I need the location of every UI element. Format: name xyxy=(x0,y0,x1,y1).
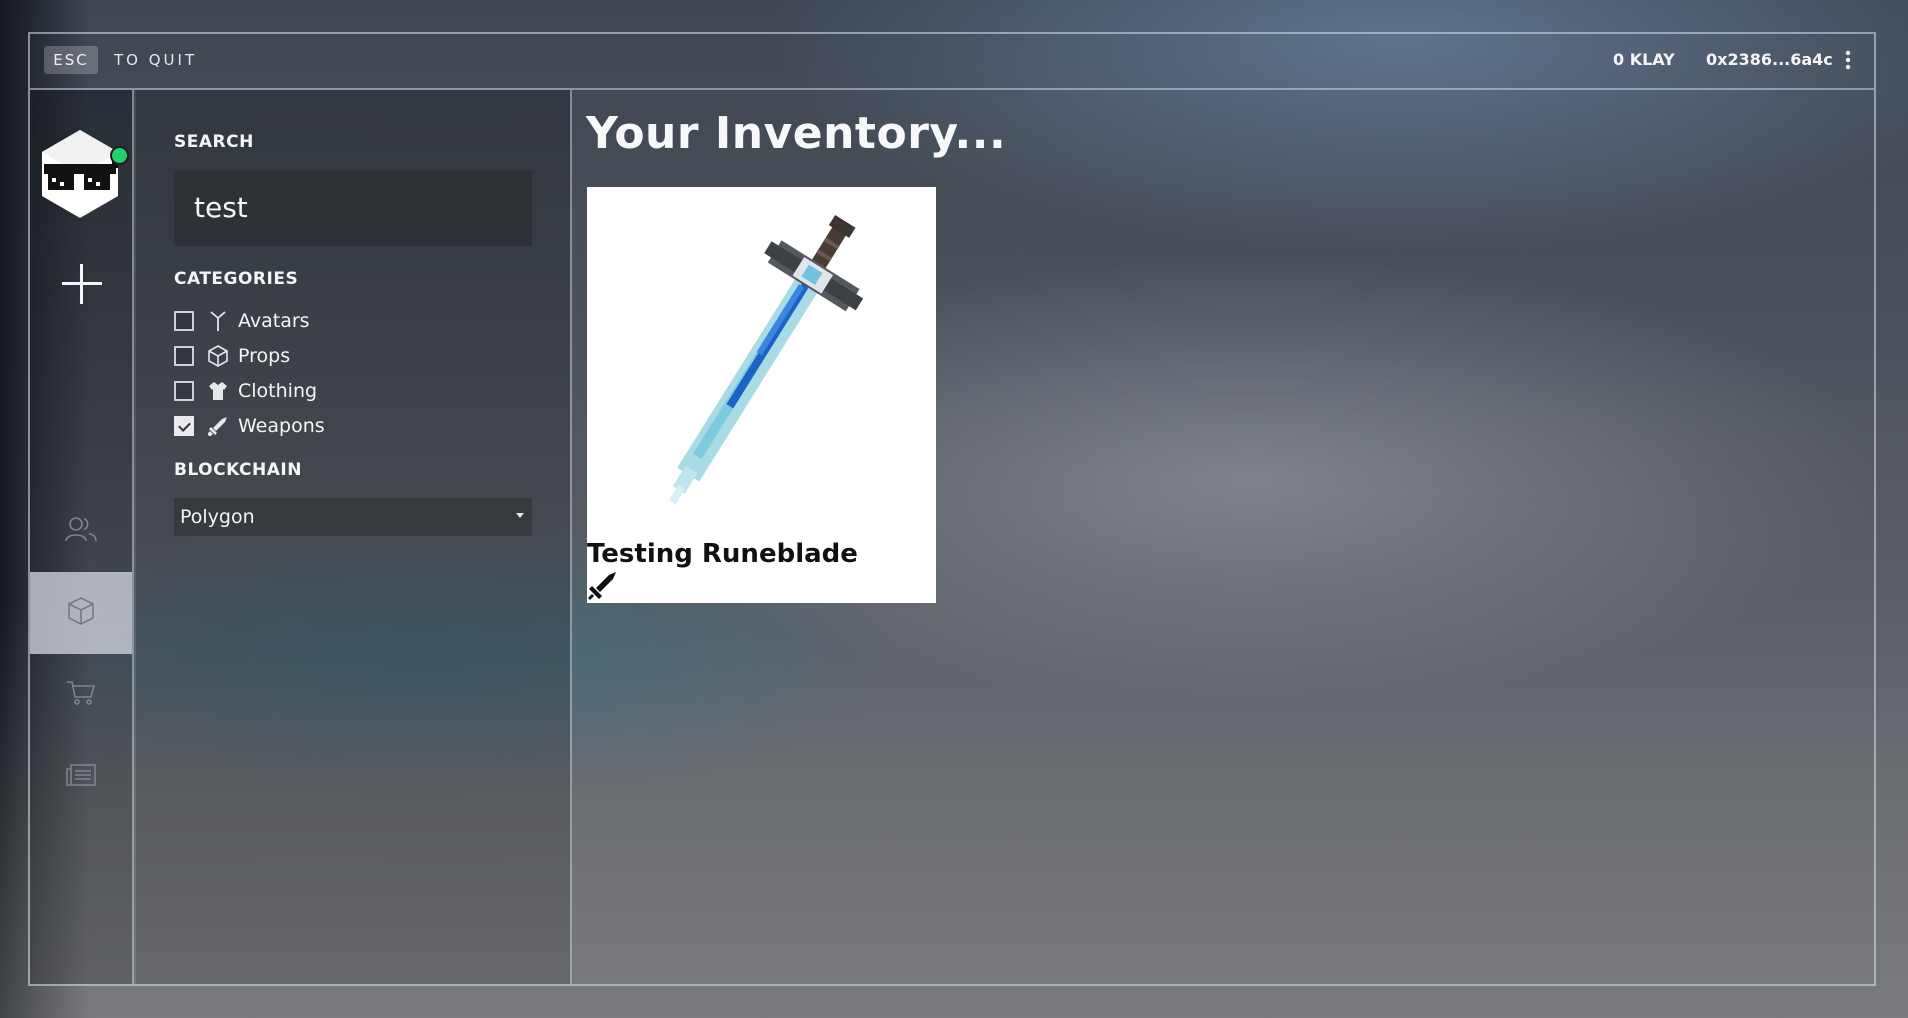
item-name: Testing Runeblade xyxy=(587,539,858,569)
search-title: SEARCH xyxy=(174,132,254,152)
category-label: Weapons xyxy=(238,415,325,437)
blockchain-select[interactable]: Polygon xyxy=(174,498,532,536)
avatar-figure-icon xyxy=(206,309,230,333)
runeblade-image xyxy=(587,187,936,537)
online-status-dot xyxy=(110,146,129,165)
add-plus-icon[interactable] xyxy=(54,256,110,312)
weapons-checkbox[interactable] xyxy=(174,416,194,436)
category-weapons[interactable]: Weapons xyxy=(174,412,325,440)
sword-icon xyxy=(587,571,617,601)
nav-news[interactable] xyxy=(30,736,132,818)
category-avatars[interactable]: Avatars xyxy=(174,307,310,335)
friends-icon xyxy=(64,515,98,547)
props-checkbox[interactable] xyxy=(174,346,194,366)
nav-inventory[interactable] xyxy=(30,572,132,654)
category-label: Props xyxy=(238,345,291,367)
inventory-item-card[interactable]: Testing Runeblade xyxy=(587,187,936,603)
category-label: Clothing xyxy=(238,380,318,402)
filter-panel: SEARCH CATEGORIES Avatars Props Clothing xyxy=(136,90,572,984)
shirt-icon xyxy=(206,379,230,403)
inventory-box-icon xyxy=(67,596,95,630)
news-icon xyxy=(66,763,96,791)
cube-icon xyxy=(206,344,230,368)
categories-title: CATEGORIES xyxy=(174,269,299,289)
category-label: Avatars xyxy=(238,310,310,332)
user-avatar[interactable] xyxy=(38,128,122,220)
blockchain-selected-value: Polygon xyxy=(180,506,255,528)
quit-hint-text: TO QUIT xyxy=(114,51,198,69)
more-vertical-icon[interactable] xyxy=(1838,46,1858,74)
search-input[interactable] xyxy=(174,170,532,246)
blockchain-title: BLOCKCHAIN xyxy=(174,460,302,480)
category-clothing[interactable]: Clothing xyxy=(174,377,317,405)
cart-icon xyxy=(66,680,96,710)
clothing-checkbox[interactable] xyxy=(174,381,194,401)
wallet-address[interactable]: 0x2386...6a4c xyxy=(1706,48,1833,72)
avatars-checkbox[interactable] xyxy=(174,311,194,331)
nav-friends[interactable] xyxy=(30,490,132,572)
nav-shop[interactable] xyxy=(30,654,132,736)
category-props[interactable]: Props xyxy=(174,342,290,370)
page-title: Your Inventory... xyxy=(586,108,1007,159)
sword-icon xyxy=(206,414,230,438)
left-nav xyxy=(30,90,134,984)
top-bar: ESC TO QUIT 0 KLAY 0x2386...6a4c xyxy=(30,34,1874,90)
klay-balance: 0 KLAY xyxy=(1613,50,1675,69)
chevron-down-icon xyxy=(516,513,524,518)
esc-key-hint[interactable]: ESC xyxy=(44,46,98,74)
inventory-main: Your Inventory... Testing Runeblade xyxy=(572,90,1874,984)
